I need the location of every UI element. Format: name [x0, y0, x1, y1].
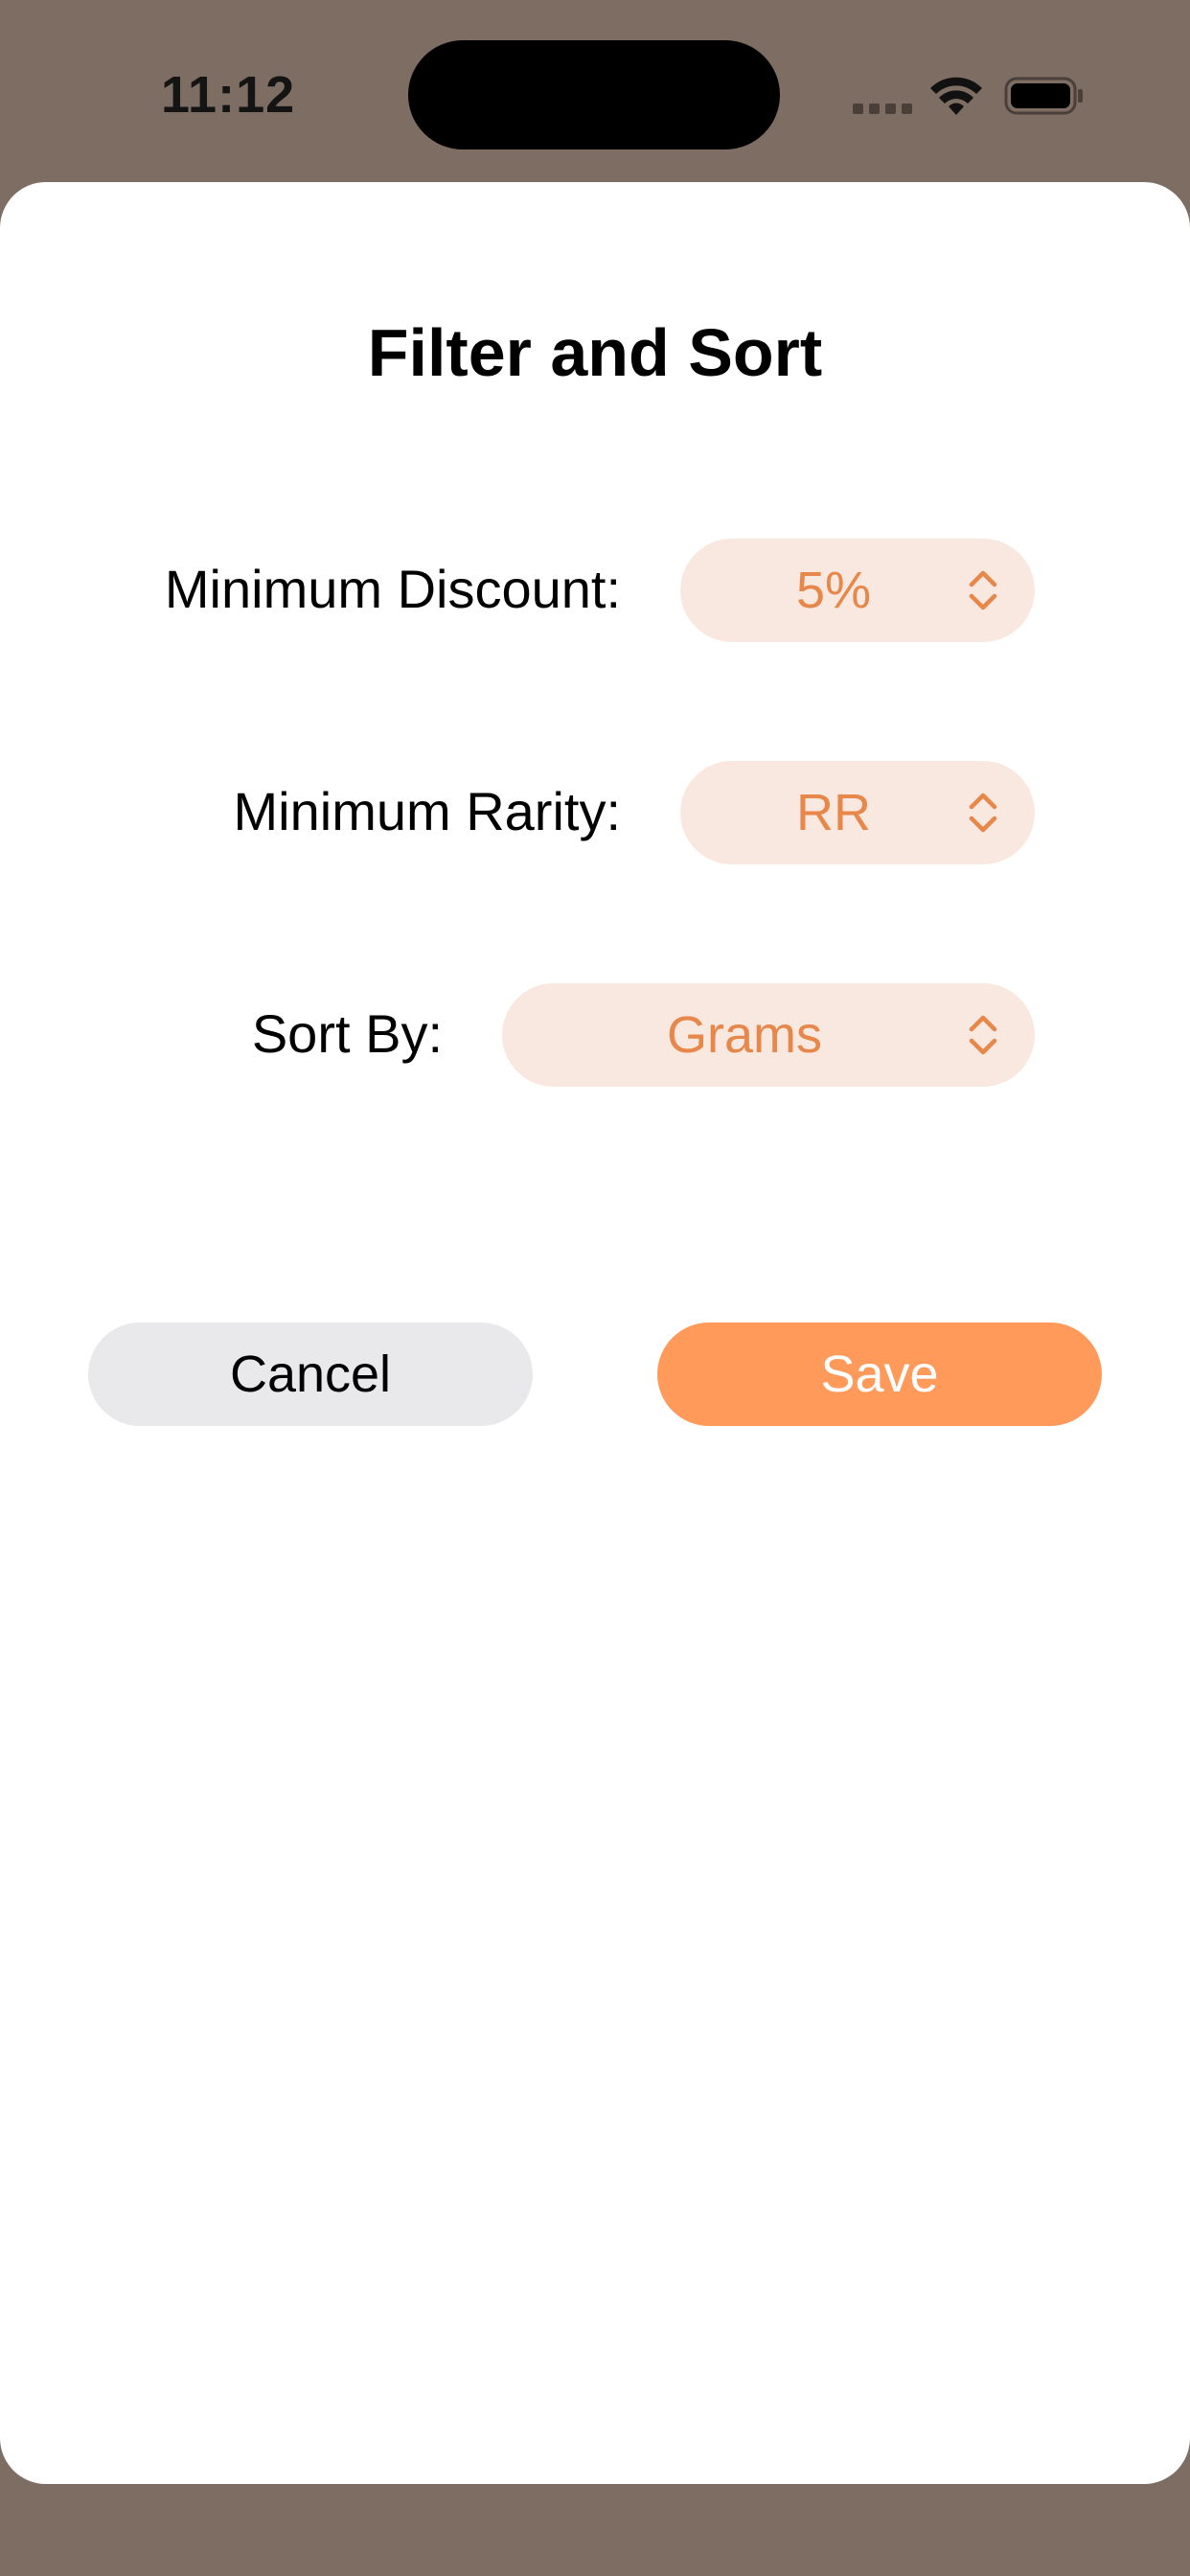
- signal-icon: [853, 104, 912, 115]
- sheet-title: Filter and Sort: [367, 315, 823, 390]
- sort-by-label: Sort By:: [251, 1003, 443, 1064]
- minimum-rarity-value: RR: [796, 784, 871, 841]
- status-bar: 11:12: [0, 0, 1190, 182]
- chevron-updown-icon: [969, 570, 997, 610]
- chevron-updown-icon: [969, 793, 997, 833]
- minimum-rarity-label: Minimum Rarity:: [233, 781, 621, 841]
- sort-by-picker[interactable]: Grams: [502, 983, 1035, 1087]
- chevron-updown-icon: [969, 1015, 997, 1055]
- dynamic-island: [408, 40, 780, 150]
- minimum-rarity-picker[interactable]: RR: [680, 761, 1035, 864]
- minimum-discount-picker[interactable]: 5%: [680, 539, 1035, 642]
- minimum-discount-label: Minimum Discount:: [164, 559, 621, 619]
- filter-sort-sheet: Filter and Sort Minimum Discount: 5% Min…: [0, 182, 1190, 2484]
- cancel-button[interactable]: Cancel: [88, 1322, 533, 1426]
- battery-icon: [1004, 77, 1083, 115]
- wifi-icon: [930, 77, 982, 115]
- minimum-discount-value: 5%: [795, 562, 872, 619]
- save-button[interactable]: Save: [657, 1322, 1102, 1426]
- status-time: 11:12: [161, 66, 296, 124]
- sort-by-value: Grams: [667, 1006, 822, 1064]
